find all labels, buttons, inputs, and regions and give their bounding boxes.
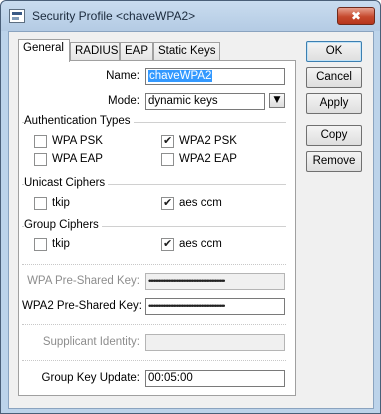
group-key-update-field[interactable]: 00:05:00 — [145, 370, 285, 387]
supplicant-identity-label: Supplicant Identity: — [42, 336, 140, 348]
wpa2-eap-checkbox[interactable] — [161, 153, 174, 166]
wpa-psk-key-value: ••••••••••••••••••••••••••••••••••••••••… — [148, 276, 225, 286]
unicast-aes-ccm-checkbox[interactable] — [161, 196, 174, 210]
auth-types-heading: Authentication Types — [24, 115, 134, 127]
close-icon: ✖ — [350, 9, 362, 23]
cancel-button[interactable]: Cancel — [306, 67, 362, 88]
keys-separator — [22, 264, 286, 265]
mode-select[interactable]: dynamic keys — [145, 93, 265, 110]
mode-label: Mode: — [108, 95, 140, 107]
unicast-tkip-checkbox[interactable] — [34, 197, 47, 210]
wpa-eap-label: WPA EAP — [52, 153, 103, 165]
wpa-psk-checkbox[interactable] — [34, 135, 47, 148]
window-title: Security Profile <chaveWPA2> — [32, 9, 196, 23]
tab-radius-label: RADIUS — [75, 45, 119, 57]
wpa2-psk-key-label: WPA2 Pre-Shared Key: — [22, 300, 142, 312]
wpa-psk-key-field[interactable]: ••••••••••••••••••••••••••••••••••••••••… — [145, 273, 285, 290]
wpa2-psk-checkbox[interactable] — [161, 134, 174, 148]
group-key-update-value: 00:05:00 — [148, 372, 193, 384]
unicast-tkip-label: tkip — [52, 197, 70, 209]
group-tkip-checkbox[interactable] — [34, 238, 47, 251]
title-bar[interactable]: Security Profile <chaveWPA2> ✖ — [1, 1, 380, 31]
tab-radius[interactable]: RADIUS — [70, 42, 120, 61]
name-field[interactable]: chaveWPA2 — [145, 68, 285, 85]
tab-eap-label: EAP — [125, 45, 149, 57]
group-aes-ccm-label: aes ccm — [179, 238, 222, 250]
remove-button[interactable]: Remove — [306, 151, 362, 172]
tab-general-label: General — [23, 42, 64, 54]
tab-eap[interactable]: EAP — [120, 42, 153, 61]
wpa-psk-label: WPA PSK — [52, 135, 103, 147]
tab-static-keys[interactable]: Static Keys — [153, 42, 220, 61]
tab-static-keys-label: Static Keys — [158, 45, 216, 57]
wpa2-psk-key-value: ••••••••••••••••••••••••••••••••••••••••… — [148, 301, 225, 311]
ok-button[interactable]: OK — [306, 41, 362, 62]
tab-general[interactable]: General — [18, 39, 70, 62]
mode-dropdown-button[interactable]: ▼ — [269, 93, 285, 108]
wpa-psk-key-label: WPA Pre-Shared Key: — [27, 275, 140, 287]
cancel-button-label: Cancel — [316, 71, 352, 83]
unicast-aes-ccm-label: aes ccm — [179, 197, 222, 209]
group-key-separator — [22, 360, 286, 361]
group-tkip-label: tkip — [52, 238, 70, 250]
group-ciphers-heading: Group Ciphers — [24, 219, 102, 231]
wpa-eap-checkbox[interactable] — [34, 153, 47, 166]
wpa2-psk-key-field[interactable]: ••••••••••••••••••••••••••••••••••••••••… — [145, 298, 285, 315]
unicast-ciphers-heading: Unicast Ciphers — [24, 177, 109, 189]
mode-value: dynamic keys — [148, 95, 218, 107]
remove-button-label: Remove — [312, 155, 356, 167]
apply-button-label: Apply — [319, 97, 349, 109]
group-aes-ccm-checkbox[interactable] — [161, 237, 174, 251]
group-key-update-label: Group Key Update: — [41, 372, 140, 384]
supplicant-separator — [22, 324, 286, 325]
copy-button-label: Copy — [320, 129, 348, 141]
supplicant-identity-field[interactable] — [145, 334, 285, 351]
window-app-icon — [9, 9, 25, 23]
wpa2-psk-label: WPA2 PSK — [179, 135, 237, 147]
copy-button[interactable]: Copy — [306, 125, 362, 146]
apply-button[interactable]: Apply — [306, 93, 362, 114]
chevron-down-icon: ▼ — [273, 95, 281, 105]
name-value: chaveWPA2 — [148, 70, 213, 82]
name-label: Name: — [106, 70, 140, 82]
ok-button-label: OK — [325, 45, 343, 57]
wpa2-eap-label: WPA2 EAP — [179, 153, 237, 165]
close-button[interactable]: ✖ — [337, 7, 375, 25]
